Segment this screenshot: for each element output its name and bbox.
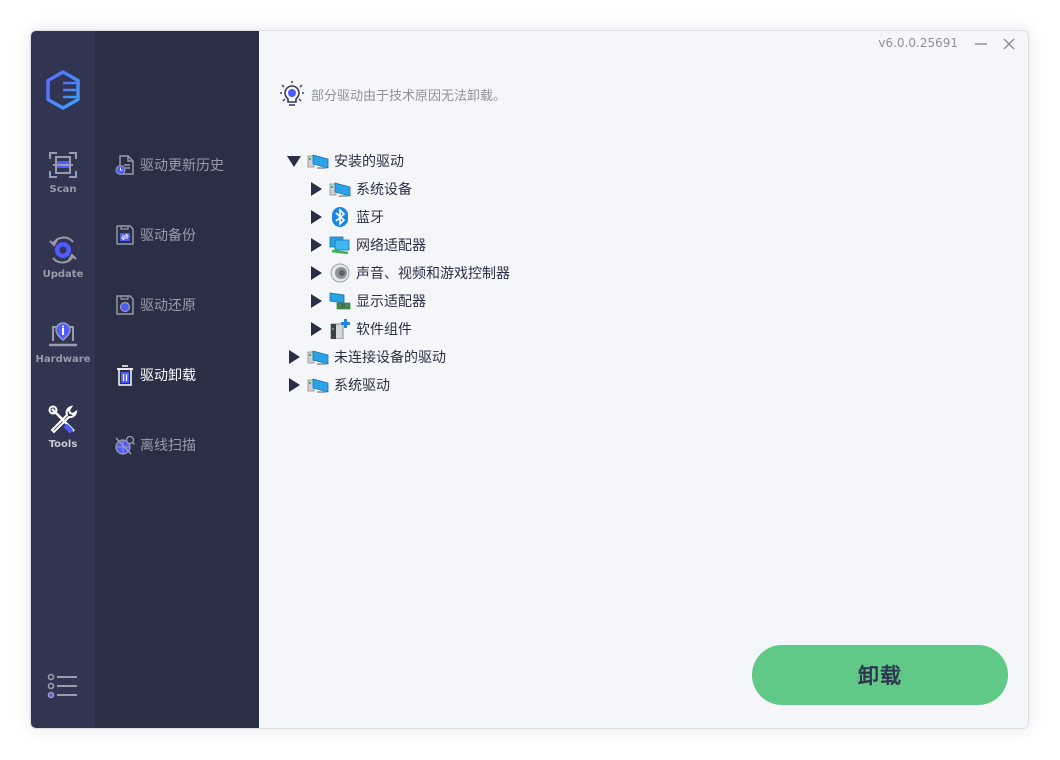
display-adapter-icon: [329, 292, 351, 310]
triangle-right-icon: [311, 294, 322, 308]
main-panel: v6.0.0.25691 部分驱动由于技术原因无法卸载。 安装的驱动 系统设备 …: [259, 31, 1028, 728]
expand-toggle[interactable]: [309, 266, 323, 280]
tools-icon: [48, 405, 78, 434]
network-adapter-icon: [329, 236, 350, 255]
subnav-item-offline-scan[interactable]: 离线扫描: [115, 433, 196, 457]
tree-node-label: 软件组件: [356, 322, 412, 338]
rail-label: Scan: [49, 184, 77, 195]
bluetooth-icon: [332, 207, 348, 227]
subnav-item-backup[interactable]: 驱动备份: [115, 223, 196, 247]
driver-tree: 安装的驱动 系统设备 蓝牙 网络适配器 声音、视频和游戏控制器 显示适配器 软件…: [287, 147, 510, 399]
computer-icon: [307, 378, 329, 393]
tools-subnav: 驱动更新历史 驱动备份 驱动还原 驱动卸载 离线扫描: [95, 31, 259, 728]
list-menu-icon[interactable]: [47, 671, 79, 701]
rail-label: Hardware: [35, 354, 91, 365]
expand-toggle[interactable]: [309, 294, 323, 308]
tree-node-label: 蓝牙: [356, 210, 384, 226]
subnav-label: 驱动更新历史: [140, 158, 224, 174]
subnav-label: 离线扫描: [140, 438, 196, 454]
subnav-item-update-history[interactable]: 驱动更新历史: [115, 153, 224, 177]
left-rail: Scan Update Hardware Tools: [31, 31, 95, 728]
tree-node-label: 声音、视频和游戏控制器: [356, 266, 510, 282]
tree-node-system-drivers[interactable]: 系统驱动: [287, 371, 510, 399]
hexagon-logo-icon: [46, 70, 80, 110]
rail-label: Update: [42, 269, 84, 280]
backup-icon: [116, 225, 134, 245]
expand-toggle[interactable]: [287, 154, 301, 168]
tree-node-display-adapters[interactable]: 显示适配器: [287, 287, 510, 315]
computer-icon: [329, 182, 351, 197]
expand-toggle[interactable]: [287, 350, 301, 364]
triangle-right-icon: [311, 238, 322, 252]
app-window: Scan Update Hardware Tools 驱动更新历史 驱动备份 驱…: [30, 30, 1029, 729]
triangle-right-icon: [289, 378, 300, 392]
tree-node-sound-video-game[interactable]: 声音、视频和游戏控制器: [287, 259, 510, 287]
tree-node-bluetooth[interactable]: 蓝牙: [287, 203, 510, 231]
rail-item-tools[interactable]: Tools: [31, 404, 95, 464]
restore-icon: [116, 295, 134, 315]
lightbulb-icon: [280, 81, 304, 106]
tree-node-network-adapters[interactable]: 网络适配器: [287, 231, 510, 259]
triangle-down-icon: [287, 156, 301, 167]
expand-toggle[interactable]: [309, 322, 323, 336]
history-document-icon: [115, 155, 134, 175]
offline-scan-icon: [115, 435, 135, 455]
triangle-right-icon: [311, 182, 322, 196]
subnav-label: 驱动卸载: [140, 368, 196, 384]
tree-node-label: 系统驱动: [334, 378, 390, 394]
update-gear-icon: [49, 236, 77, 264]
trash-icon: [117, 365, 133, 386]
rail-label: Tools: [48, 439, 78, 450]
minimize-icon: [975, 43, 987, 45]
minimize-button[interactable]: [970, 33, 992, 55]
tree-node-software-components[interactable]: 软件组件: [287, 315, 510, 343]
tree-node-label: 安装的驱动: [334, 154, 404, 170]
close-button[interactable]: [998, 33, 1020, 55]
uninstall-button-label: 卸载: [858, 665, 902, 688]
rail-item-update[interactable]: Update: [31, 234, 95, 294]
tree-node-label: 网络适配器: [356, 238, 426, 254]
tree-node-unconnected-drivers[interactable]: 未连接设备的驱动: [287, 343, 510, 371]
triangle-right-icon: [289, 350, 300, 364]
computer-icon: [307, 350, 329, 365]
close-icon: [1003, 38, 1015, 50]
hardware-info-icon: [49, 322, 77, 347]
uninstall-button[interactable]: 卸载: [752, 645, 1008, 705]
rail-item-scan[interactable]: Scan: [31, 149, 95, 209]
expand-toggle[interactable]: [287, 378, 301, 392]
expand-toggle[interactable]: [309, 210, 323, 224]
subnav-label: 驱动备份: [140, 228, 196, 244]
subnav-item-restore[interactable]: 驱动还原: [115, 293, 196, 317]
subnav-item-uninstall[interactable]: 驱动卸载: [115, 363, 196, 387]
triangle-right-icon: [311, 210, 322, 224]
expand-toggle[interactable]: [309, 182, 323, 196]
rail-item-hardware[interactable]: Hardware: [31, 319, 95, 379]
tree-node-system-devices[interactable]: 系统设备: [287, 175, 510, 203]
tree-node-label: 未连接设备的驱动: [334, 350, 446, 366]
tree-node-label: 系统设备: [356, 182, 412, 198]
software-component-icon: [330, 319, 350, 339]
computer-icon: [307, 154, 329, 169]
version-label: v6.0.0.25691: [878, 36, 958, 50]
triangle-right-icon: [311, 322, 322, 336]
speaker-icon: [330, 263, 350, 283]
tree-node-label: 显示适配器: [356, 294, 426, 310]
triangle-right-icon: [311, 266, 322, 280]
notice-banner: 部分驱动由于技术原因无法卸载。: [279, 80, 506, 108]
tree-node-installed-drivers[interactable]: 安装的驱动: [287, 147, 510, 175]
notice-text: 部分驱动由于技术原因无法卸载。: [311, 88, 507, 104]
scan-icon: [49, 152, 77, 178]
subnav-label: 驱动还原: [140, 298, 196, 314]
expand-toggle[interactable]: [309, 238, 323, 252]
